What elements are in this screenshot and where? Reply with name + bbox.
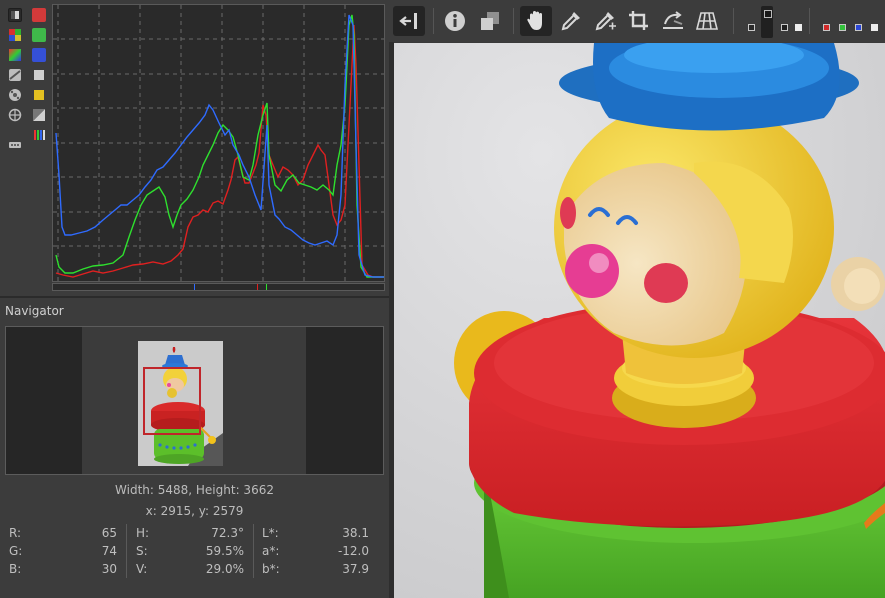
info-icon (445, 11, 465, 31)
lab-l-value: 38.1 (342, 526, 369, 540)
lab-b-label: b*: (262, 562, 280, 576)
white-balance-picker-button[interactable] (555, 6, 587, 36)
histogram-bar-icon[interactable] (32, 108, 46, 122)
perspective-icon (695, 12, 719, 30)
toolbar-separator (513, 8, 514, 34)
perspective-tool-button[interactable] (691, 6, 723, 36)
histogram-mode-icon[interactable] (32, 128, 46, 142)
panel-collapse-icon (399, 13, 417, 29)
value-label: V: (136, 562, 148, 576)
value-value: 29.0% (205, 562, 244, 576)
pixel-info-divider (126, 524, 127, 578)
before-after-button[interactable] (474, 6, 506, 36)
editor-toolbar (389, 0, 885, 42)
straighten-icon (663, 11, 683, 29)
histogram-crosshair-icon[interactable] (8, 108, 22, 122)
toolbar-separator (809, 8, 810, 34)
crop-tool-button[interactable] (623, 6, 655, 36)
luminance-channel-swatch[interactable] (871, 24, 878, 31)
histogram-blue-icon[interactable] (32, 48, 46, 62)
saturation-value: 59.5% (205, 544, 244, 558)
focus-mask-icon (764, 10, 772, 18)
histogram-pointer-icon[interactable] (8, 88, 22, 102)
hue-value: 72.3° (211, 526, 244, 540)
white-indicator-swatch[interactable] (795, 24, 802, 31)
lab-b-value: 37.9 (342, 562, 369, 576)
histogram-full-range-icon[interactable] (8, 8, 22, 22)
toolbar-separator (733, 8, 734, 34)
color-picker-button[interactable] (589, 6, 621, 36)
histogram[interactable] (52, 4, 385, 282)
navigator-viewport-rect[interactable] (143, 367, 201, 435)
histogram-rgb-bars-icon[interactable] (8, 28, 22, 42)
pixel-info-divider (253, 524, 254, 578)
toggle-panel-button[interactable] (393, 6, 425, 36)
hue-label: H: (136, 526, 150, 540)
hand-icon (527, 11, 542, 30)
green-label: G: (9, 544, 23, 558)
hand-tool-button[interactable] (520, 6, 552, 36)
blue-value: 30 (101, 562, 117, 576)
lab-l-label: L*: (262, 526, 279, 540)
histogram-green-curve (55, 14, 384, 278)
histogram-chroma-icon[interactable] (8, 48, 22, 62)
straighten-tool-button[interactable] (657, 6, 689, 36)
main-image-preview[interactable] (394, 43, 885, 598)
blue-label: B: (9, 562, 22, 576)
eyedropper-icon (561, 12, 580, 31)
crop-icon (629, 11, 648, 30)
histogram-green-icon[interactable] (32, 28, 46, 42)
saturation-label: S: (136, 544, 148, 558)
histogram-raw-icon[interactable] (8, 68, 22, 82)
histogram-luminance-icon[interactable] (32, 68, 46, 82)
cursor-position-text: x: 2915, y: 2579 (145, 504, 244, 518)
lab-a-value: -12.0 (337, 544, 369, 558)
red-channel-swatch[interactable] (823, 24, 830, 31)
focus-mask-button[interactable] (761, 6, 773, 38)
blue-channel-swatch[interactable] (855, 24, 862, 31)
eyedropper-plus-icon (595, 12, 616, 31)
before-after-icon (481, 12, 499, 30)
histogram-blue-curve (55, 14, 384, 278)
green-channel-swatch[interactable] (839, 24, 846, 31)
panel-divider[interactable] (0, 296, 389, 298)
info-button[interactable] (439, 6, 471, 36)
histogram-chroma-channel-icon[interactable] (32, 88, 46, 102)
histogram-options-icon[interactable] (8, 138, 22, 152)
navigator-title: Navigator (5, 304, 64, 318)
histogram-red-icon[interactable] (32, 8, 46, 22)
green-value: 74 (101, 544, 117, 558)
histogram-buttons (8, 8, 48, 153)
gray-indicator-swatch[interactable] (748, 24, 755, 31)
lab-a-label: a*: (262, 544, 280, 558)
histogram-scale-bar (52, 283, 385, 291)
red-label: R: (9, 526, 22, 540)
red-value: 65 (101, 526, 117, 540)
pixel-info: R: 65 G: 74 B: 30 H: 72.3° S: 59.5% V: 2… (0, 522, 389, 580)
toolbar-separator (433, 8, 434, 34)
image-size-text: Width: 5488, Height: 3662 (115, 483, 274, 497)
darkgray-indicator-swatch[interactable] (781, 24, 788, 31)
